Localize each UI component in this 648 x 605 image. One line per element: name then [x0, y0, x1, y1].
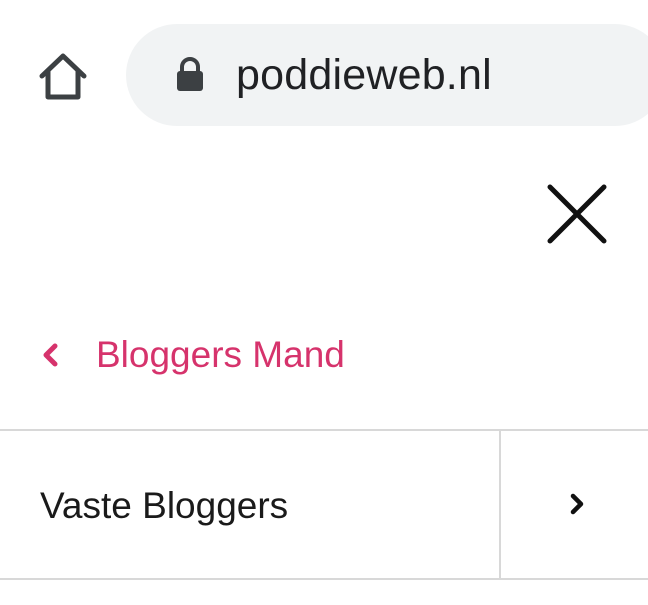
- close-menu-button[interactable]: [546, 183, 608, 245]
- home-button[interactable]: [36, 50, 90, 102]
- url-text[interactable]: poddieweb.nl: [236, 50, 492, 100]
- home-icon: [39, 53, 87, 100]
- menu-item-label[interactable]: Vaste Bloggers: [40, 483, 288, 529]
- chevron-right-icon: [568, 493, 586, 515]
- lock-icon: [174, 56, 206, 92]
- chevron-left-icon: [40, 343, 60, 367]
- divider: [0, 578, 648, 580]
- browser-toolbar: poddieweb.nl: [0, 0, 648, 148]
- close-icon: [547, 184, 607, 244]
- back-menu-label[interactable]: Bloggers Mand: [96, 332, 345, 378]
